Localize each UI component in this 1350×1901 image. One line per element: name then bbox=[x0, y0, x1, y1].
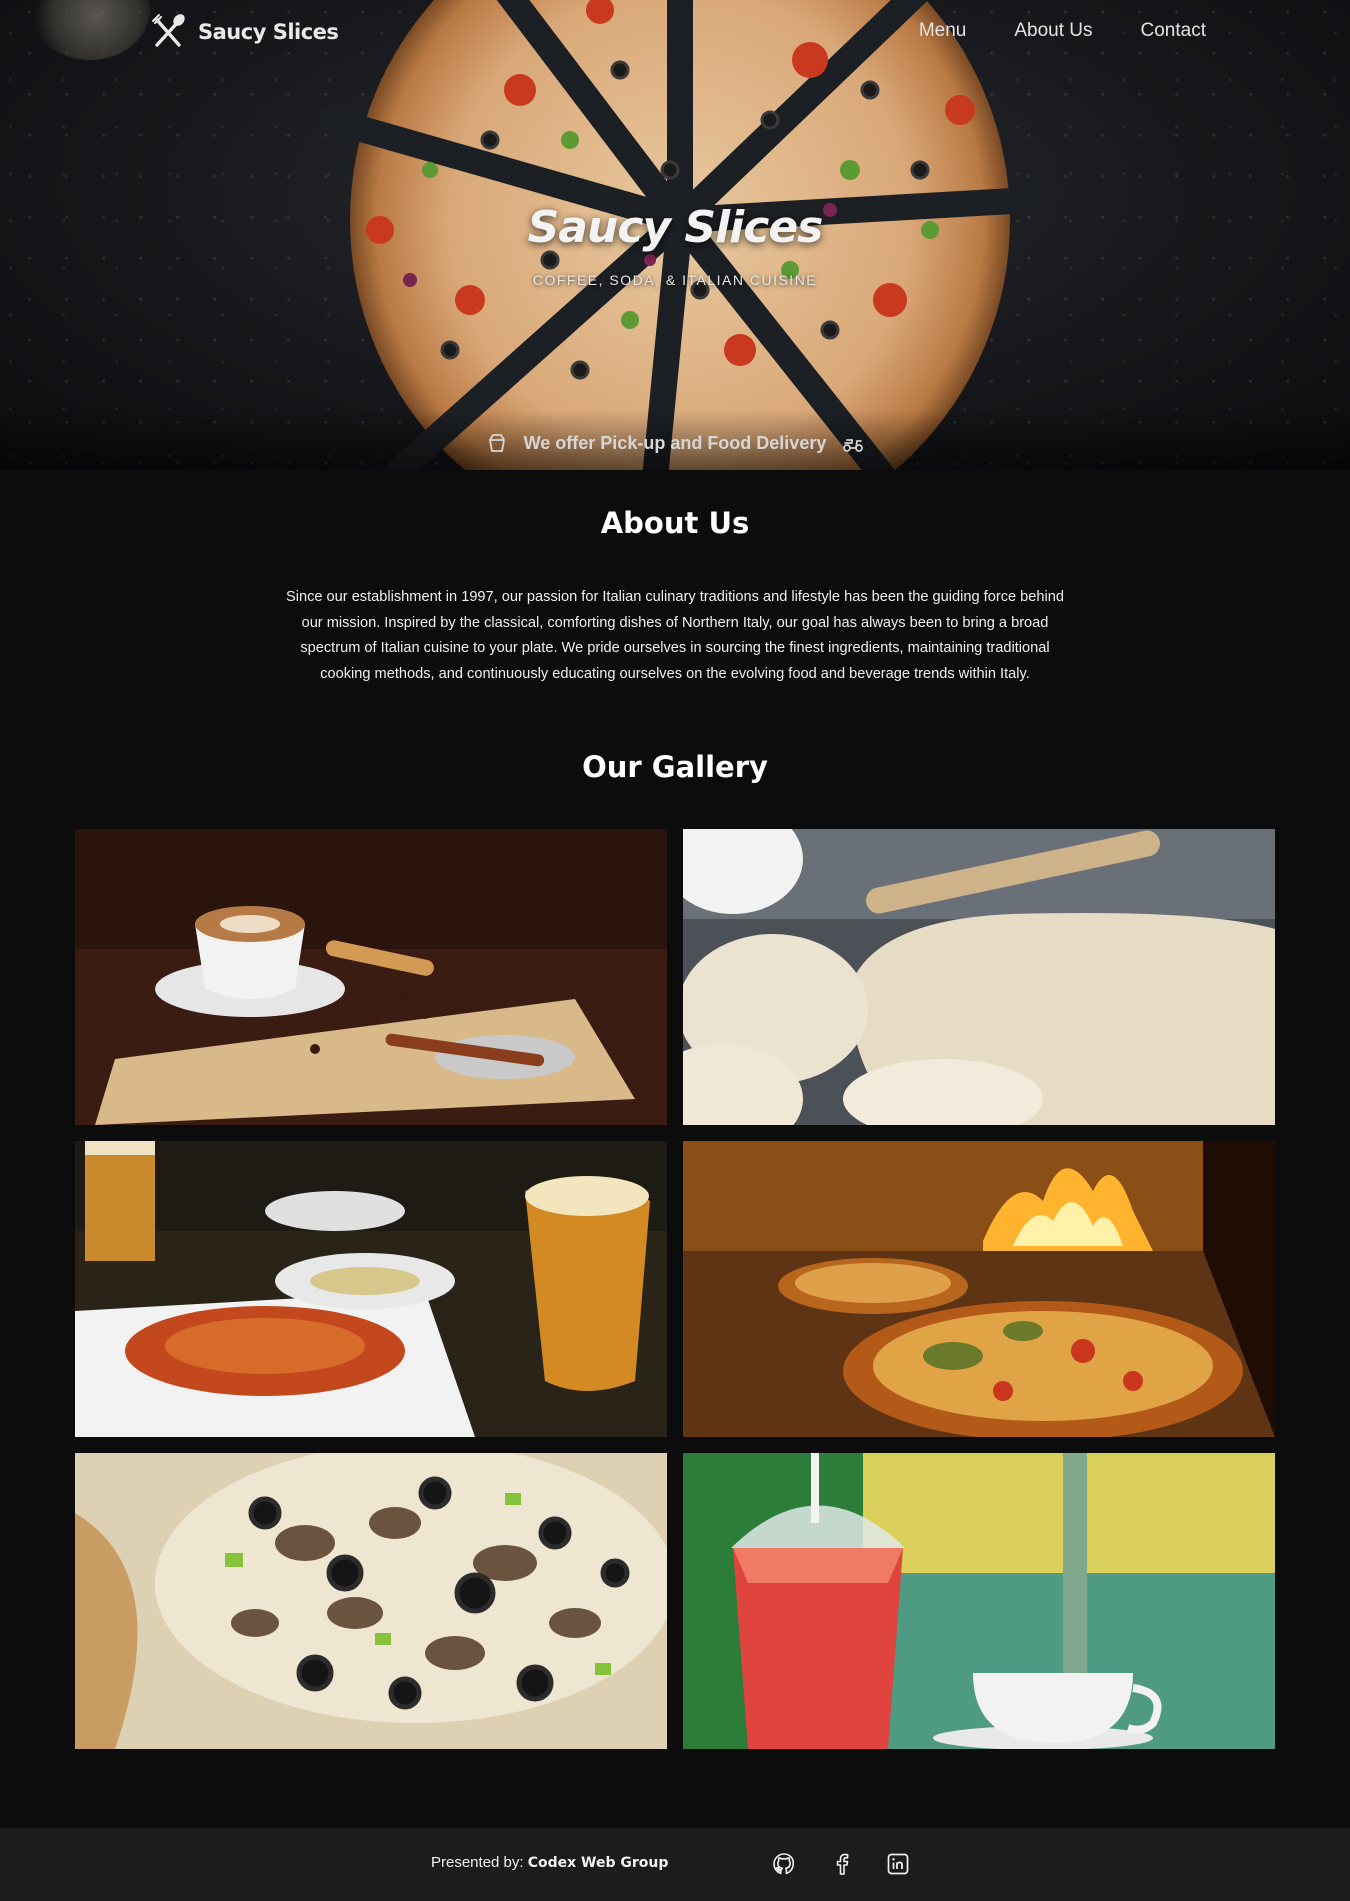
spaghetti-photo-graphic bbox=[75, 1141, 667, 1437]
presented-by-company[interactable]: Codex Web Group bbox=[528, 1855, 669, 1871]
coffee-cannoli-photo[interactable] bbox=[75, 829, 667, 1125]
top-nav: Saucy Slices Menu About Us Contact bbox=[0, 0, 1350, 64]
linkedin-link[interactable] bbox=[885, 1851, 911, 1877]
footer: Presented by: Codex Web Group bbox=[0, 1828, 1350, 1901]
gallery-grid bbox=[75, 829, 1275, 1749]
takeout-box-icon bbox=[488, 434, 505, 452]
wood-oven-pizza-photo[interactable] bbox=[683, 1141, 1275, 1437]
about-text: Since our establishment in 1997, our pas… bbox=[285, 589, 1064, 682]
delivery-scooter-icon bbox=[843, 439, 864, 452]
red-soda-coffee-photo[interactable] bbox=[683, 1453, 1275, 1749]
delivery-text: We offer Pick-up and Food Delivery bbox=[523, 432, 827, 453]
about-title: About Us bbox=[600, 506, 750, 540]
hero-title: Saucy Slices bbox=[527, 202, 824, 253]
mushroom-olive-pizza-photo[interactable] bbox=[75, 1453, 667, 1749]
dough-photo-graphic bbox=[683, 829, 1275, 1125]
nav-link-menu[interactable]: Menu bbox=[919, 20, 967, 42]
pizza-dough-photo[interactable] bbox=[683, 829, 1275, 1125]
coffee-photo-graphic bbox=[75, 829, 667, 1125]
soda-photo-graphic bbox=[683, 1453, 1275, 1749]
facebook-link[interactable] bbox=[829, 1851, 855, 1877]
fork-spoon-icon bbox=[152, 14, 185, 47]
presented-by: Presented by: Codex Web Group bbox=[431, 1854, 668, 1871]
github-link[interactable] bbox=[771, 1851, 797, 1877]
oven-photo-graphic bbox=[683, 1141, 1275, 1437]
facebook-icon bbox=[836, 1853, 849, 1875]
brand-name: Saucy Slices bbox=[198, 20, 339, 44]
mushroom-pizza-photo-graphic bbox=[75, 1453, 667, 1749]
github-icon bbox=[773, 1853, 795, 1875]
gallery-title: Our Gallery bbox=[582, 750, 768, 784]
nav-links: Menu About Us Contact bbox=[919, 20, 1206, 42]
nav-link-about-us[interactable]: About Us bbox=[1014, 20, 1092, 42]
linkedin-icon bbox=[887, 1853, 909, 1875]
spaghetti-beer-photo[interactable] bbox=[75, 1141, 667, 1437]
presented-by-label: Presented by: bbox=[431, 1854, 524, 1871]
brand-logo[interactable]: Saucy Slices bbox=[148, 12, 339, 52]
hero-banner: Saucy Slices Menu About Us Contact Saucy… bbox=[0, 0, 1350, 470]
nav-link-contact[interactable]: Contact bbox=[1141, 20, 1206, 42]
delivery-banner: We offer Pick-up and Food Delivery bbox=[0, 432, 1350, 454]
hero-subtitle: COFFEE, SODA, & ITALIAN CUISINE bbox=[532, 272, 818, 288]
